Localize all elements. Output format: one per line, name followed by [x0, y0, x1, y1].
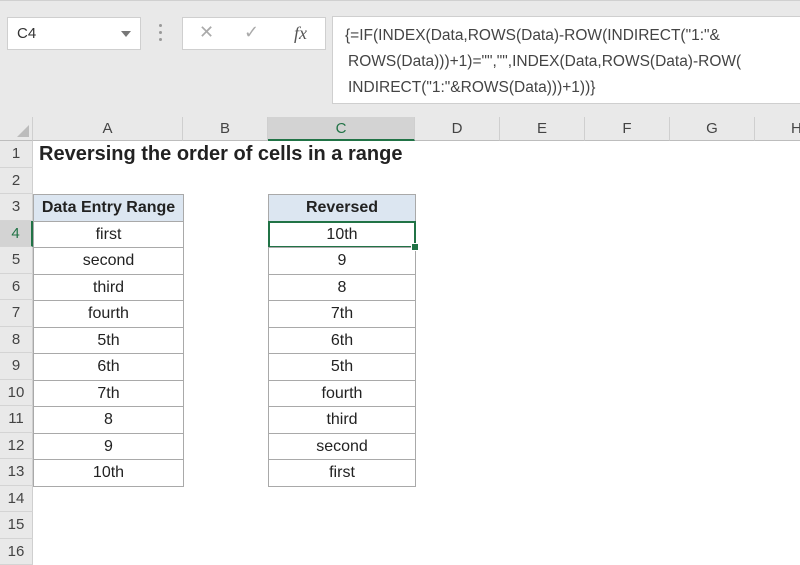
column-header-c[interactable]: C	[268, 117, 415, 141]
column-header-e[interactable]: E	[500, 117, 585, 141]
data-entry-cell[interactable]: fourth	[33, 300, 184, 328]
row-header-6[interactable]: 6	[0, 274, 33, 301]
row-header-8[interactable]: 8	[0, 327, 33, 354]
reversed-cell[interactable]: fourth	[268, 380, 416, 408]
data-entry-cell[interactable]: third	[33, 274, 184, 302]
data-entry-header[interactable]: Data Entry Range	[33, 194, 184, 222]
row-header-9[interactable]: 9	[0, 353, 33, 380]
name-box[interactable]: C4	[7, 17, 141, 50]
formula-input[interactable]: {=IF(INDEX(Data,ROWS(Data)-ROW(INDIRECT(…	[332, 16, 800, 104]
check-icon[interactable]: ✓	[244, 22, 259, 43]
formula-toolbar: C4 ✕ ✓ fx {=IF(INDEX(Data,ROWS(Data)-ROW…	[0, 0, 800, 117]
chevron-down-icon[interactable]	[121, 31, 131, 37]
row-header-10[interactable]: 10	[0, 380, 33, 407]
row-header-12[interactable]: 12	[0, 433, 33, 460]
data-entry-cell[interactable]: 6th	[33, 353, 184, 381]
drag-handle-icon[interactable]	[159, 24, 163, 44]
column-header-f[interactable]: F	[585, 117, 670, 141]
row-header-13[interactable]: 13	[0, 459, 33, 486]
reversed-header[interactable]: Reversed	[268, 194, 416, 222]
column-header-g[interactable]: G	[670, 117, 755, 141]
spreadsheet-grid: A B C D E F G H 12345678910111213141516 …	[0, 117, 800, 559]
column-header-a[interactable]: A	[33, 117, 183, 141]
fill-handle[interactable]	[411, 243, 419, 251]
column-header-b[interactable]: B	[183, 117, 268, 141]
close-icon[interactable]: ✕	[199, 22, 214, 43]
row-header-11[interactable]: 11	[0, 406, 33, 433]
reversed-cell[interactable]: second	[268, 433, 416, 461]
select-all-icon	[17, 125, 29, 137]
reversed-cell[interactable]: third	[268, 406, 416, 434]
data-entry-cell[interactable]: 5th	[33, 327, 184, 355]
insert-function-icon[interactable]: fx	[294, 23, 307, 44]
row-header-4[interactable]: 4	[0, 221, 33, 248]
reversed-cell[interactable]: 9	[268, 247, 416, 275]
row-header-16[interactable]: 16	[0, 539, 33, 565]
row-header-3[interactable]: 3	[0, 194, 33, 221]
data-entry-cell[interactable]: second	[33, 247, 184, 275]
data-entry-cell[interactable]: 9	[33, 433, 184, 461]
data-entry-cell[interactable]: 8	[33, 406, 184, 434]
data-entry-cell[interactable]: 7th	[33, 380, 184, 408]
formula-line: INDIRECT("1:"&ROWS(Data)))+1))}	[345, 75, 800, 101]
row-header-1[interactable]: 1	[0, 141, 33, 168]
active-cell[interactable]: 10th	[268, 221, 416, 249]
formula-buttons: ✕ ✓ fx	[182, 17, 326, 50]
row-header-2[interactable]: 2	[0, 168, 33, 195]
column-header-h[interactable]: H	[755, 117, 800, 141]
reversed-cell[interactable]: first	[268, 459, 416, 487]
formula-line: {=IF(INDEX(Data,ROWS(Data)-ROW(INDIRECT(…	[345, 23, 800, 49]
row-header-7[interactable]: 7	[0, 300, 33, 327]
row-header-14[interactable]: 14	[0, 486, 33, 513]
data-entry-cell[interactable]: first	[33, 221, 184, 249]
formula-line: ROWS(Data)))+1)="","",INDEX(Data,ROWS(Da…	[345, 49, 800, 75]
reversed-cell[interactable]: 5th	[268, 353, 416, 381]
sheet-title[interactable]: Reversing the order of cells in a range	[33, 141, 533, 168]
name-box-value: C4	[17, 25, 36, 42]
row-header-15[interactable]: 15	[0, 512, 33, 539]
reversed-cell[interactable]: 6th	[268, 327, 416, 355]
select-all-button[interactable]	[0, 117, 33, 141]
reversed-cell[interactable]: 7th	[268, 300, 416, 328]
row-header-5[interactable]: 5	[0, 247, 33, 274]
column-header-d[interactable]: D	[415, 117, 500, 141]
reversed-cell[interactable]: 8	[268, 274, 416, 302]
data-entry-cell[interactable]: 10th	[33, 459, 184, 487]
